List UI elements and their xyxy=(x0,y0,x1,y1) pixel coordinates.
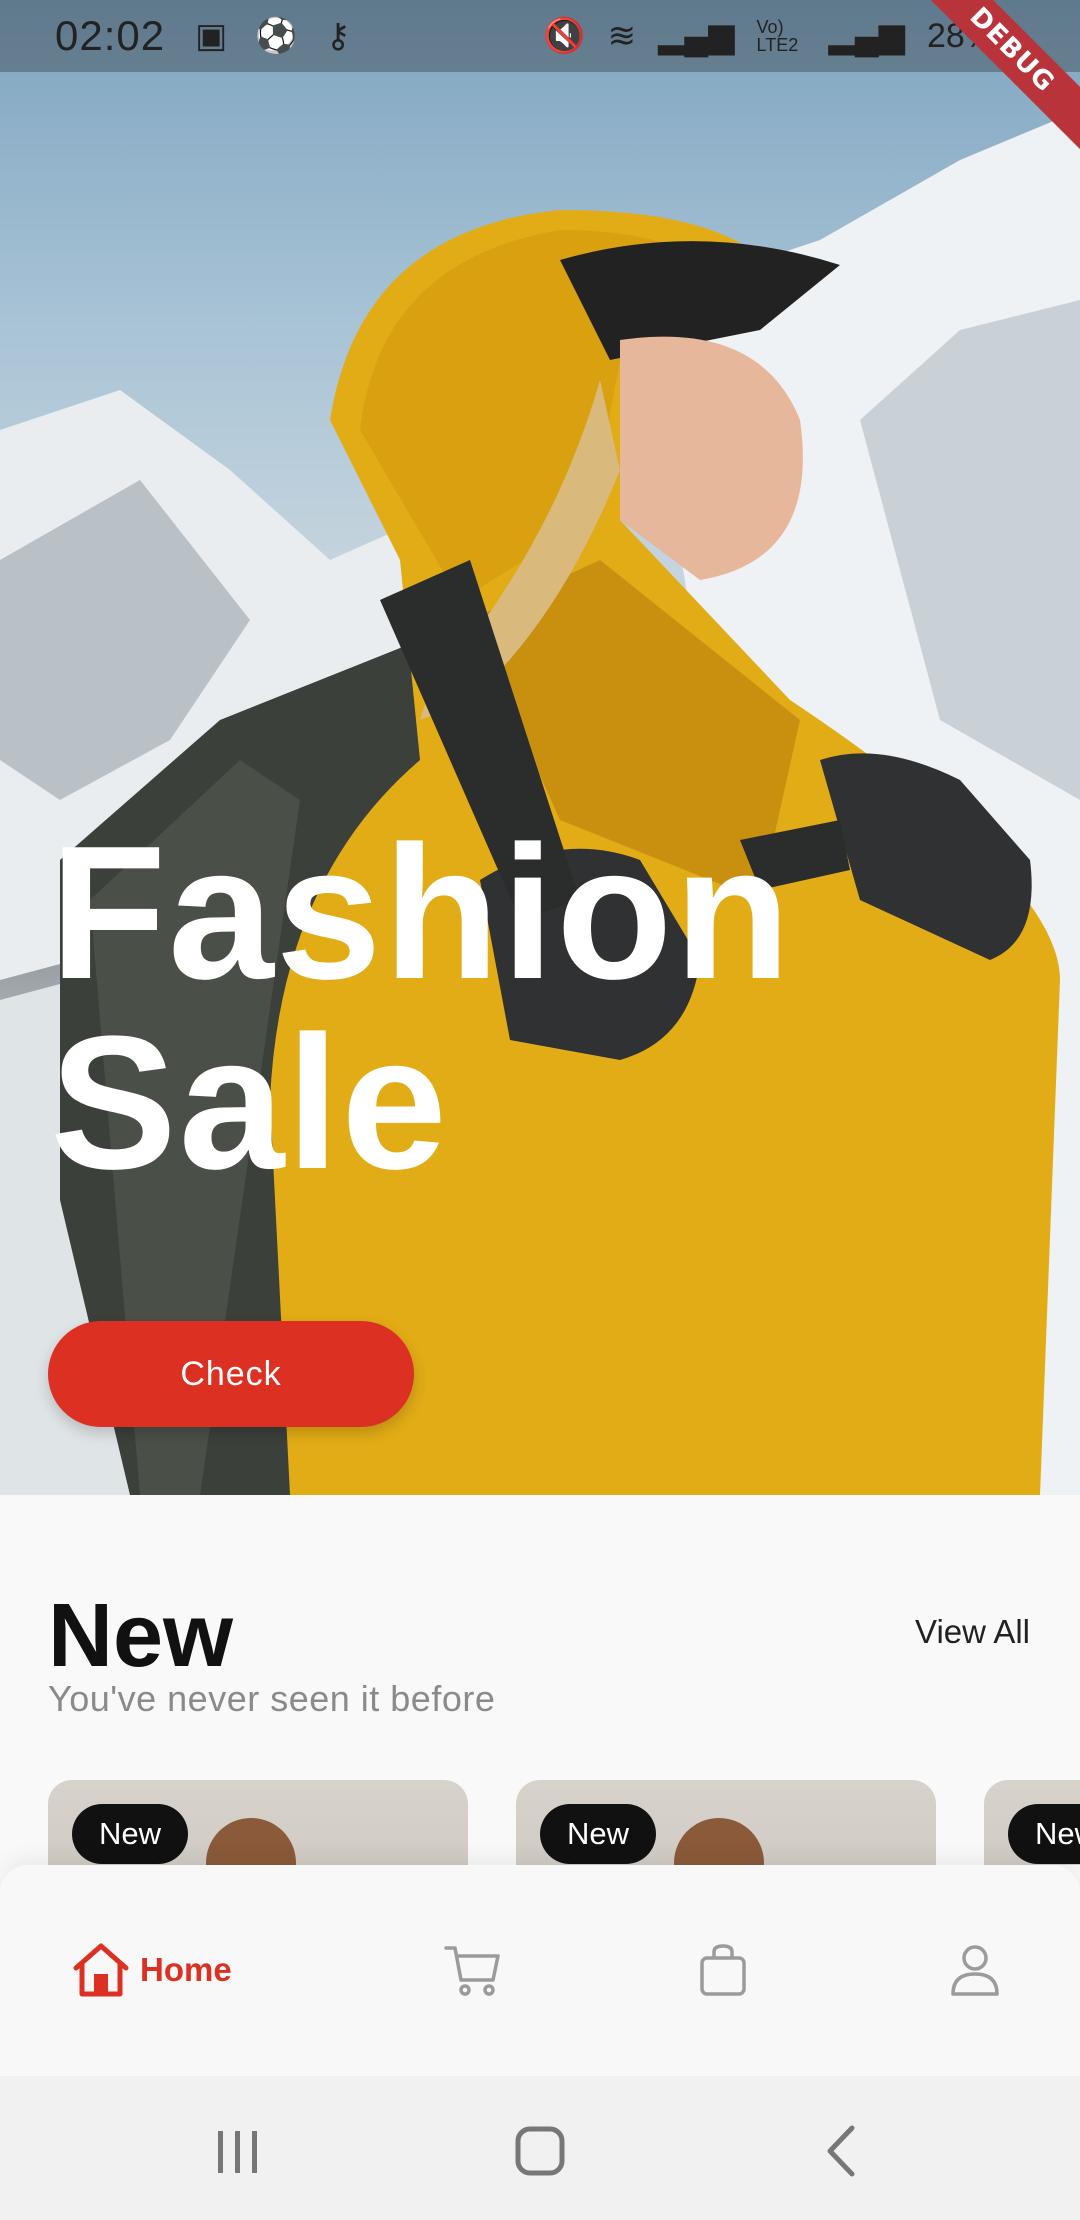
section-title: New xyxy=(48,1586,234,1686)
hero-image xyxy=(0,110,1080,1495)
new-badge: New xyxy=(72,1804,188,1864)
new-badge: New xyxy=(540,1804,656,1864)
product-carousel[interactable]: New New New xyxy=(0,1780,1080,1865)
cart-icon xyxy=(444,1946,500,1996)
signal-icon: ▂▄▆ xyxy=(828,17,905,55)
nav-item-bag[interactable] xyxy=(698,1935,748,2005)
product-image xyxy=(206,1818,296,1865)
system-home-icon[interactable] xyxy=(505,2116,575,2186)
profile-icon xyxy=(951,1945,999,1996)
bag-icon xyxy=(700,1944,746,1996)
hero-banner: 02:02 ▣ ⚽ ⚷ 🔇 ≋ ▂▄▆ Vo) LTE2 ▂▄▆ 28% DEB… xyxy=(0,0,1080,1495)
status-bar: 02:02 ▣ ⚽ ⚷ 🔇 ≋ ▂▄▆ Vo) LTE2 ▂▄▆ 28% xyxy=(0,0,1080,72)
hero-title-line1: Fashion xyxy=(50,807,793,1019)
product-card[interactable]: New xyxy=(48,1780,468,1865)
recents-icon[interactable] xyxy=(203,2116,273,2186)
check-button[interactable]: Check xyxy=(48,1321,414,1427)
wifi-icon: ≋ xyxy=(607,17,637,55)
hero-title: Fashion Sale xyxy=(50,818,950,1198)
new-badge: New xyxy=(1008,1804,1080,1864)
section-subtitle: You've never seen it before xyxy=(48,1678,496,1719)
system-navigation-bar xyxy=(0,2076,1080,2220)
hero-title-line2: Sale xyxy=(50,997,449,1209)
soccer-ball-icon: ⚽ xyxy=(255,17,298,55)
status-time: 02:02 xyxy=(55,12,166,59)
mute-icon: 🔇 xyxy=(543,17,586,55)
product-image xyxy=(674,1818,764,1865)
home-icon xyxy=(73,1943,129,1997)
product-card[interactable]: New xyxy=(984,1780,1080,1865)
image-icon: ▣ xyxy=(195,17,228,55)
new-section: New You've never seen it before View All… xyxy=(0,1495,1080,1865)
lte-icon: Vo) LTE2 xyxy=(756,17,799,55)
product-card[interactable]: New xyxy=(516,1780,936,1865)
key-icon: ⚷ xyxy=(325,17,351,55)
view-all-link[interactable]: View All xyxy=(915,1613,1030,1651)
nav-label-home: Home xyxy=(140,1951,232,1988)
bottom-navigation: Home xyxy=(0,1865,1080,2076)
nav-item-profile[interactable] xyxy=(949,1935,1001,2005)
nav-item-cart[interactable] xyxy=(443,1935,503,2005)
signal-icon: ▂▄▆ xyxy=(658,17,735,55)
nav-item-home[interactable]: Home xyxy=(72,1935,232,2005)
back-icon[interactable] xyxy=(808,2116,878,2186)
